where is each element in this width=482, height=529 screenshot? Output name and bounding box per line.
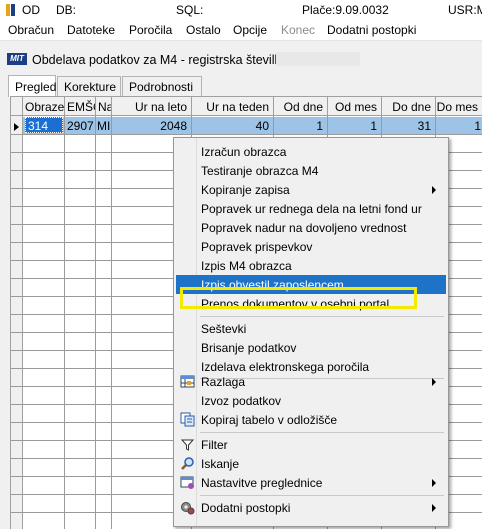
mit-logo: MIT xyxy=(7,53,27,65)
menu-porocila[interactable]: Poročila xyxy=(129,23,172,37)
menu-item-izracun-obrazca[interactable]: Izračun obrazca xyxy=(176,142,446,161)
menu-item-sestevki[interactable]: Seštevki xyxy=(176,319,446,338)
col-header-ur-na-leto[interactable]: Ur na leto xyxy=(112,97,192,116)
col-header-emso[interactable]: EMŠO xyxy=(65,97,96,116)
row-indicator-column xyxy=(11,116,23,529)
cell-od-dne[interactable]: 1 xyxy=(274,119,323,133)
filter-icon xyxy=(180,439,195,451)
submenu-arrow-icon xyxy=(432,479,436,487)
col-header-na[interactable]: Na xyxy=(96,97,112,116)
tab-korekture[interactable]: Korekture xyxy=(57,76,121,96)
cell-ur-na-leto[interactable]: 2048 xyxy=(112,119,187,133)
cell-do-dne[interactable]: 31 xyxy=(382,119,431,133)
menu-ostalo[interactable]: Ostalo xyxy=(186,23,221,37)
cell-na[interactable]: MI xyxy=(97,119,111,133)
gears-icon xyxy=(181,502,195,515)
grid-line xyxy=(95,116,96,529)
grid-settings-icon xyxy=(180,476,194,489)
cell-ur-na-teden[interactable]: 40 xyxy=(192,119,269,133)
submenu-arrow-icon xyxy=(432,186,436,194)
col-header-ur-na-teden[interactable]: Ur na teden xyxy=(192,97,274,116)
menu-separator xyxy=(200,495,444,496)
menu-item-filter[interactable]: Filter xyxy=(176,435,446,454)
menu-opcije[interactable]: Opcije xyxy=(233,23,267,37)
context-menu: Izračun obrazca Testiranje obrazca M4 Ko… xyxy=(173,137,449,527)
submenu-arrow-icon xyxy=(432,378,436,386)
menu-konec[interactable]: Konec xyxy=(281,23,315,37)
title-sql: SQL: xyxy=(176,3,204,17)
tab-podrobnosti[interactable]: Podrobnosti xyxy=(122,76,202,96)
menu-item-dodatni-postopki[interactable]: Dodatni postopki xyxy=(176,498,446,517)
grid-line xyxy=(11,134,482,135)
menu-item-razlaga[interactable]: Razlaga xyxy=(176,372,446,391)
title-od: OD xyxy=(22,3,40,17)
menu-item-popravek-ur[interactable]: Popravek ur rednega dela na letni fond u… xyxy=(176,199,446,218)
cell-od-mes[interactable]: 1 xyxy=(328,119,377,133)
tab-pregled-label: Pregled xyxy=(15,80,57,94)
col-header-do-dne[interactable]: Do dne xyxy=(382,97,436,116)
tab-podrobnosti-label: Podrobnosti xyxy=(129,80,194,94)
registration-number-redacted xyxy=(276,52,360,66)
menu-separator xyxy=(200,432,444,433)
tab-korekture-label: Korekture xyxy=(64,80,117,94)
title-user: USR:M xyxy=(448,3,482,17)
window-title: Obdelava podatkov za M4 - registrska šte… xyxy=(32,53,292,67)
menu-dodatni-postopki[interactable]: Dodatni postopki xyxy=(327,23,416,37)
title-bar: OD DB: SQL: Plače:9.09.0032 USR:M xyxy=(0,0,482,20)
search-icon xyxy=(181,457,194,470)
tab-pregled[interactable]: Pregled xyxy=(8,75,56,97)
grid-line xyxy=(64,116,65,529)
menu-item-brisanje-podatkov[interactable]: Brisanje podatkov xyxy=(176,338,446,357)
title-db: DB: xyxy=(56,3,77,17)
menu-item-izpis-m4[interactable]: Izpis M4 obrazca xyxy=(176,256,446,275)
menu-datoteke[interactable]: Datoteke xyxy=(67,23,115,37)
submenu-arrow-icon xyxy=(432,504,436,512)
copy-icon xyxy=(180,412,195,427)
title-version: Plače:9.09.0032 xyxy=(302,3,389,17)
menu-item-popravek-prispevkov[interactable]: Popravek prispevkov xyxy=(176,237,446,256)
menu-item-popravek-nadur[interactable]: Popravek nadur na dovoljeno vrednost xyxy=(176,218,446,237)
menu-item-iskanje[interactable]: Iskanje xyxy=(176,454,446,473)
current-row-arrow-icon xyxy=(14,123,19,131)
grid-corner xyxy=(11,97,23,116)
col-header-od-mes[interactable]: Od mes xyxy=(328,97,382,116)
app-icon xyxy=(6,4,16,16)
col-header-obrazec[interactable]: Obrazec xyxy=(23,97,65,116)
menu-item-izvoz-podatkov[interactable]: Izvoz podatkov xyxy=(176,391,446,410)
menu-item-testiranje-obrazca[interactable]: Testiranje obrazca M4 xyxy=(176,161,446,180)
col-header-od-dne[interactable]: Od dne xyxy=(274,97,328,116)
cell-emso[interactable]: 2907 xyxy=(67,119,94,133)
window-header: MIT Obdelava podatkov za M4 - registrska… xyxy=(0,48,482,70)
menu-separator xyxy=(200,316,444,317)
menu-item-kopiraj-tabelo[interactable]: Kopiraj tabelo v odložišče xyxy=(176,410,446,429)
highlight-annotation-box xyxy=(180,287,417,309)
menu-bar: Obračun Datoteke Poročila Ostalo Opcije … xyxy=(0,20,482,41)
table-icon xyxy=(180,375,195,388)
col-header-do-mes[interactable]: Do mes xyxy=(436,97,482,116)
menu-obracun[interactable]: Obračun xyxy=(8,23,54,37)
menu-item-nastavitve-preglednice[interactable]: Nastavitve preglednice xyxy=(176,473,446,492)
cell-obrazec[interactable]: 314 xyxy=(25,117,63,133)
menu-item-kopiranje-zapisa[interactable]: Kopiranje zapisa xyxy=(176,180,446,199)
cell-do-mes[interactable]: 1 xyxy=(436,119,481,133)
grid-line xyxy=(111,116,112,529)
